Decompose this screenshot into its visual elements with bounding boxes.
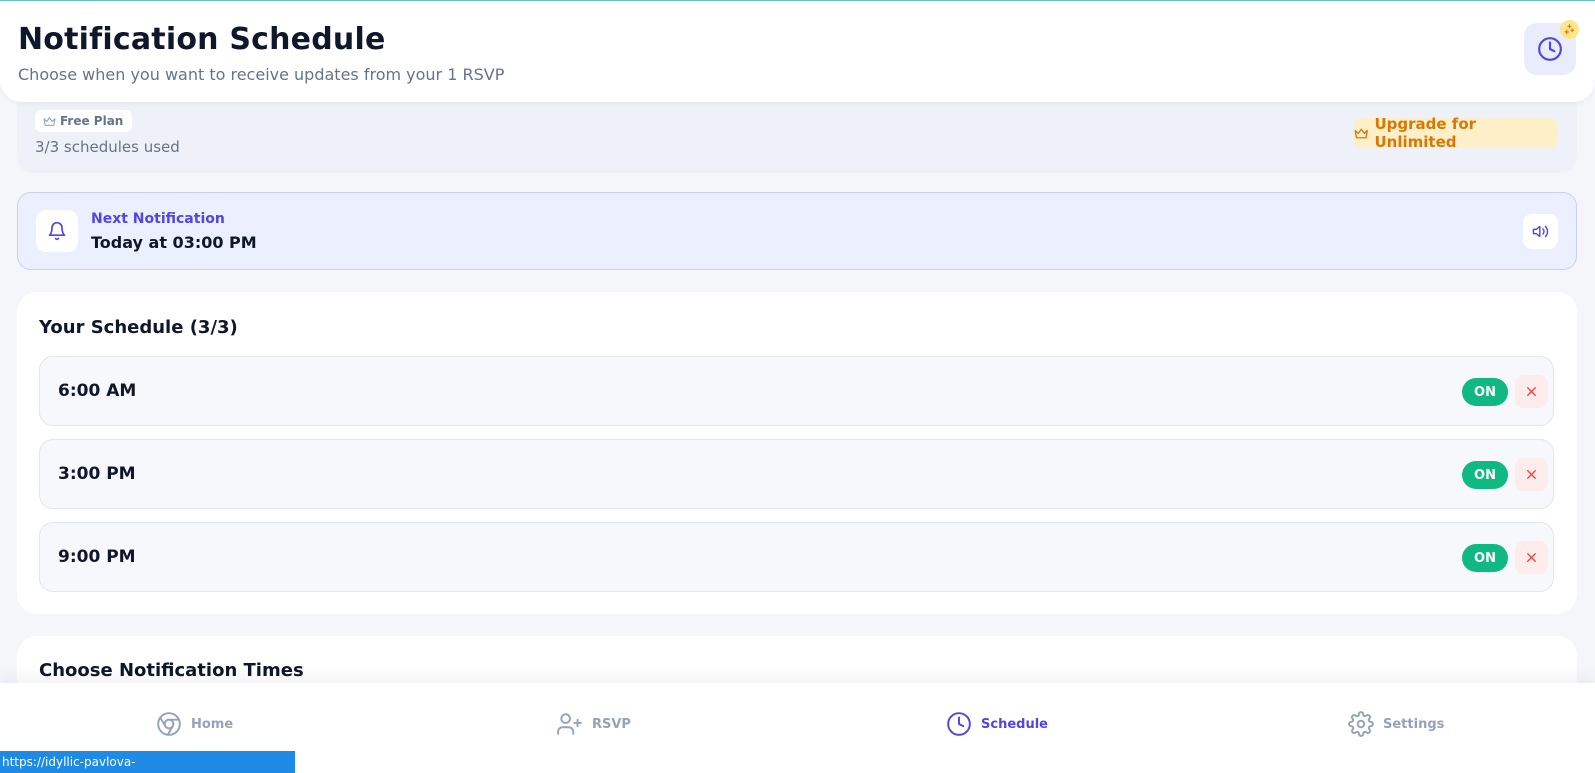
schedule-card: Your Schedule (3/3) 6:00 AM ON 3:00 PM O…: [17, 292, 1577, 614]
nav-label-rsvp: RSVP: [592, 716, 631, 732]
user-plus-icon: [557, 713, 582, 735]
nav-item-rsvp[interactable]: RSVP: [557, 709, 631, 739]
plan-badge-label: Free Plan: [60, 114, 124, 128]
volume-icon: [1532, 225, 1549, 238]
schedule-row: 6:00 AM ON: [39, 356, 1554, 426]
next-notification-card: Next Notification Today at 03:00 PM: [17, 192, 1577, 270]
plan-usage-text: 3/3 schedules used: [35, 138, 180, 156]
upgrade-button-label: Upgrade for Unlimited: [1374, 115, 1477, 151]
choose-times-title: Choose Notification Times: [39, 660, 304, 681]
schedule-row: 9:00 PM ON: [39, 522, 1554, 592]
clock-icon: [1538, 37, 1562, 61]
chrome-icon: [157, 712, 181, 736]
schedule-time: 9:00 PM: [58, 547, 136, 567]
remove-schedule-button[interactable]: [1515, 458, 1548, 491]
nav-label-settings: Settings: [1383, 716, 1445, 732]
crown-icon: [1354, 128, 1368, 138]
gear-icon: [1348, 711, 1374, 737]
nav-label-home: Home: [191, 716, 234, 732]
schedule-toggle[interactable]: ON: [1462, 378, 1508, 406]
sparkle-icon: [1564, 24, 1575, 35]
page-subtitle: Choose when you want to receive updates …: [18, 65, 505, 84]
nav-item-schedule[interactable]: Schedule: [946, 709, 1048, 739]
schedule-toggle[interactable]: ON: [1462, 544, 1508, 572]
sparkle-badge: [1560, 20, 1579, 39]
remove-schedule-button[interactable]: [1515, 541, 1548, 574]
status-bar-url: https://idyllic-pavlova-9c1163.netlify.a…: [0, 751, 295, 773]
page-title: Notification Schedule: [18, 22, 386, 57]
remove-schedule-button[interactable]: [1515, 375, 1548, 408]
schedule-time: 6:00 AM: [58, 381, 137, 401]
bell-icon-box: [36, 210, 78, 252]
page-header: Notification Schedule Choose when you wa…: [0, 1, 1595, 102]
close-icon: [1527, 470, 1536, 479]
upgrade-button[interactable]: Upgrade for Unlimited: [1354, 115, 1557, 151]
nav-item-settings[interactable]: Settings: [1348, 709, 1444, 739]
nav-label-schedule: Schedule: [981, 716, 1048, 732]
schedule-row: 3:00 PM ON: [39, 439, 1554, 509]
next-notification-label: Next Notification: [91, 211, 225, 227]
sound-button[interactable]: [1523, 214, 1558, 249]
plan-badge: Free Plan: [35, 110, 133, 132]
nav-item-home[interactable]: Home: [156, 709, 233, 739]
close-icon: [1527, 553, 1536, 562]
close-icon: [1527, 387, 1536, 396]
schedule-title: Your Schedule (3/3): [39, 317, 238, 338]
bell-icon: [48, 221, 66, 241]
crown-icon: [43, 116, 56, 126]
schedule-time: 3:00 PM: [58, 464, 136, 484]
clock-icon: [947, 712, 971, 736]
schedule-toggle[interactable]: ON: [1462, 461, 1508, 489]
next-notification-time: Today at 03:00 PM: [91, 233, 257, 252]
